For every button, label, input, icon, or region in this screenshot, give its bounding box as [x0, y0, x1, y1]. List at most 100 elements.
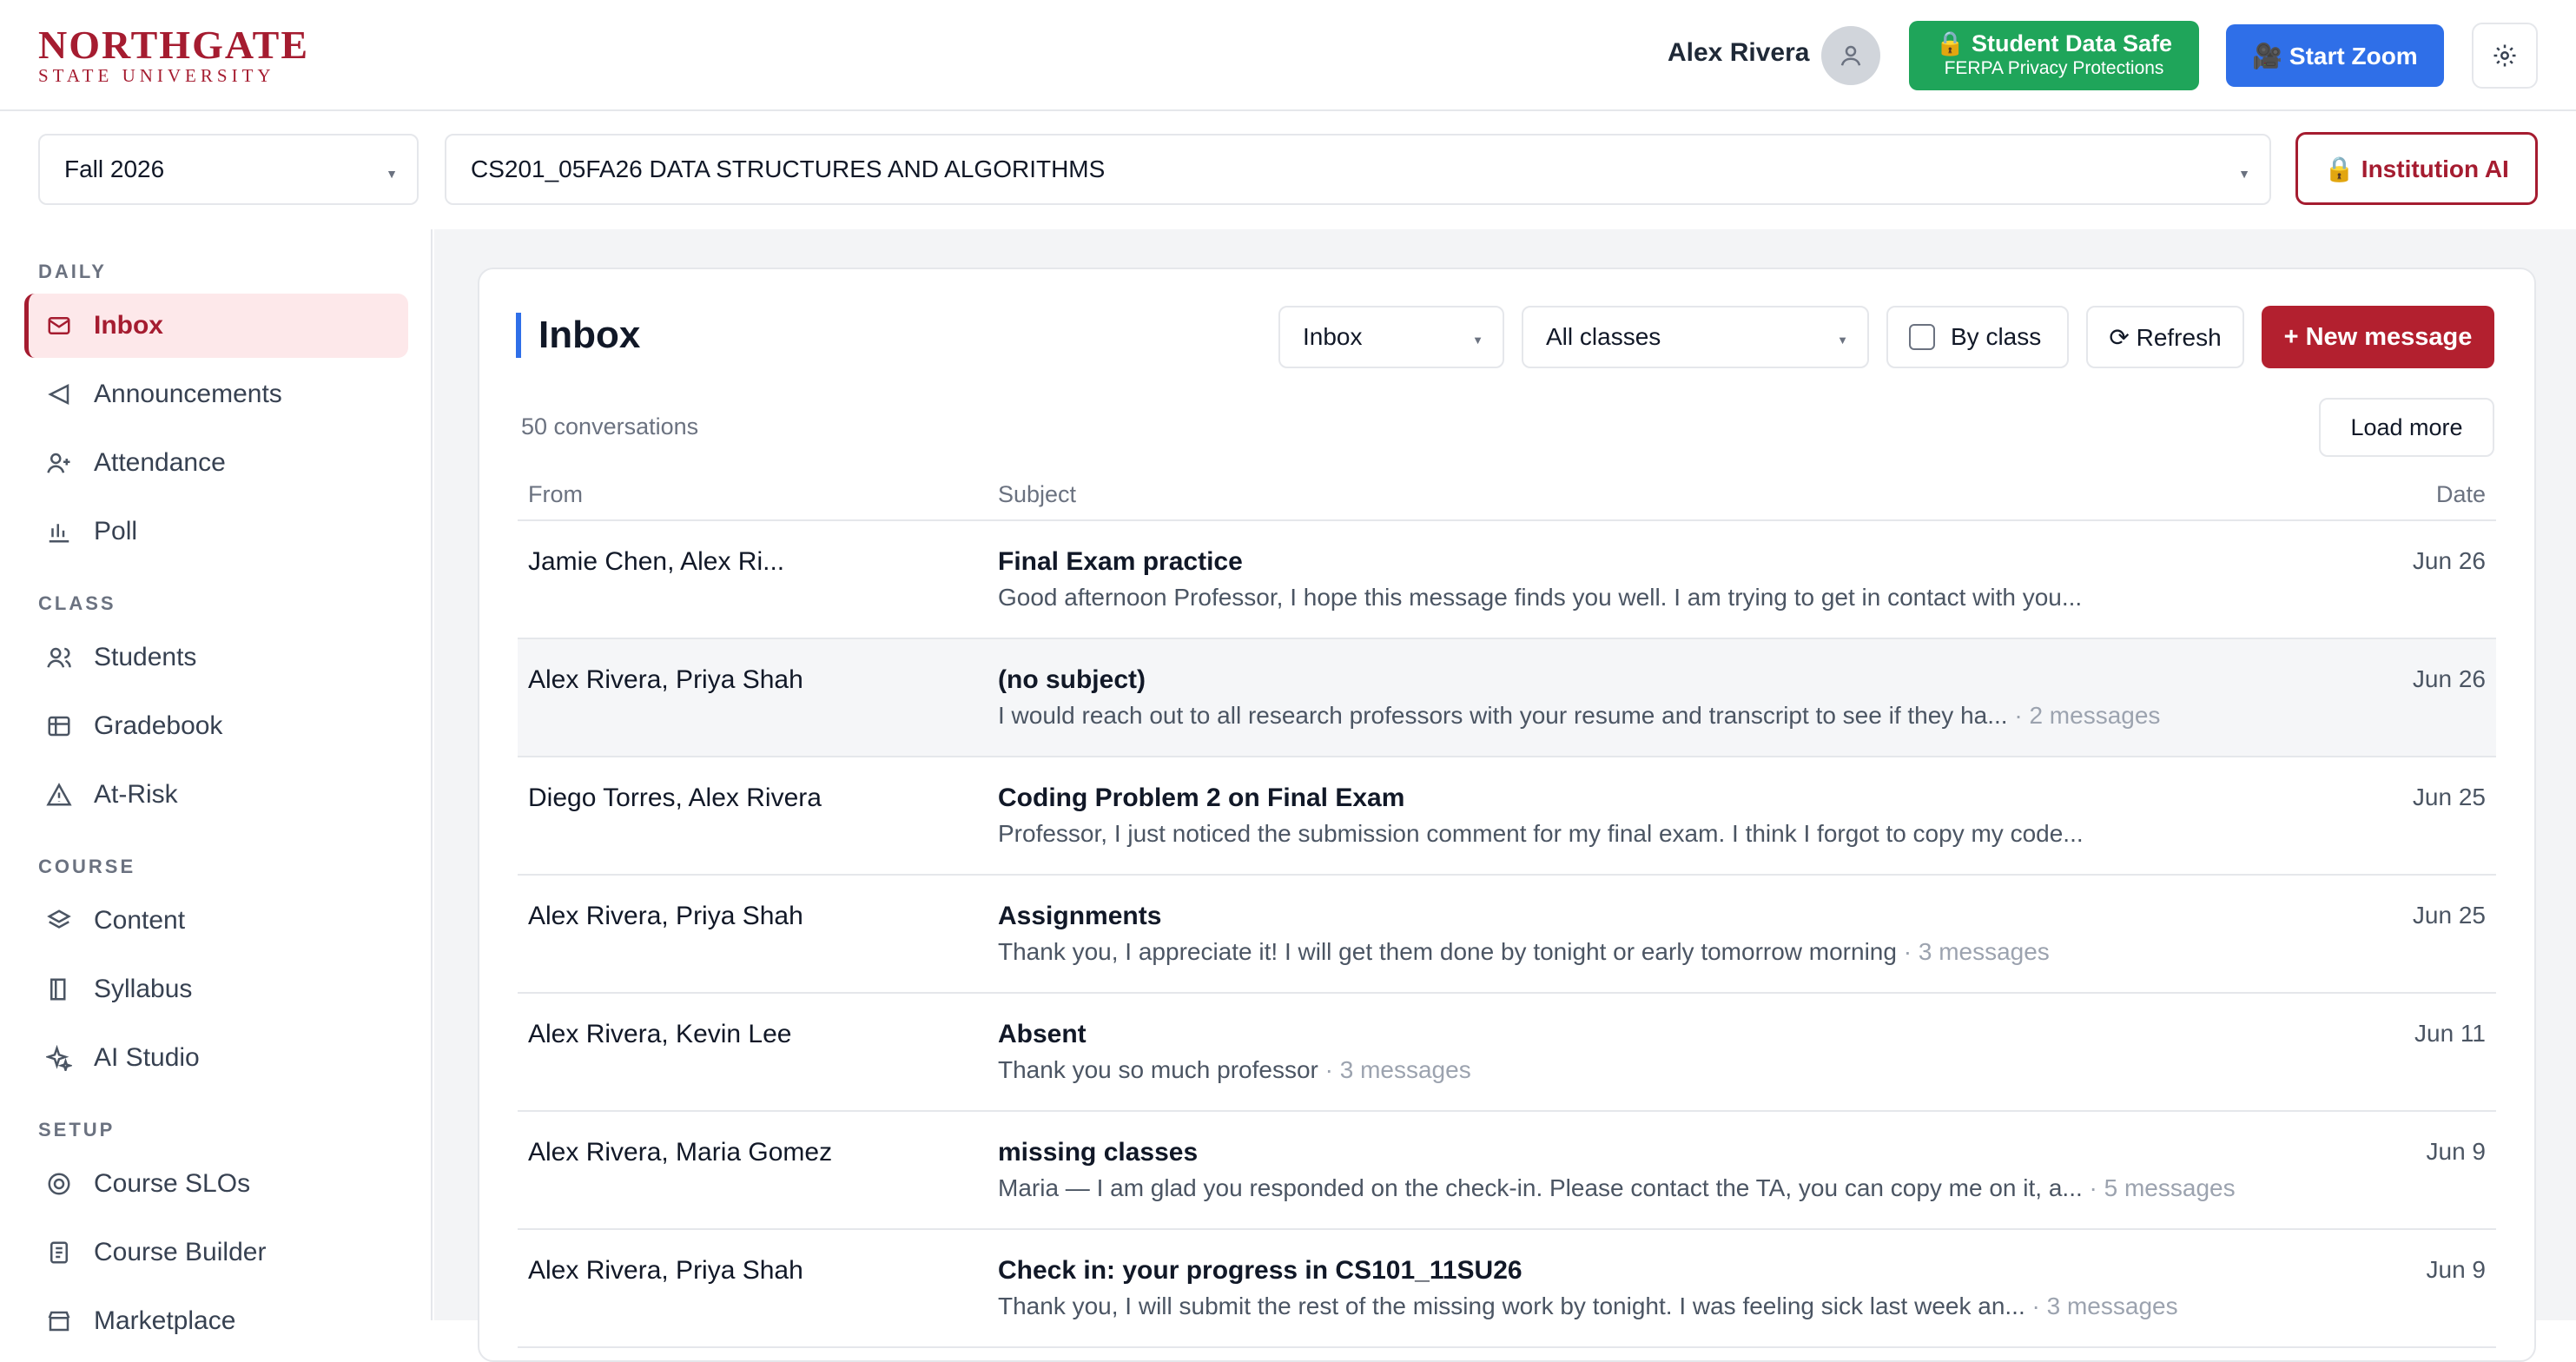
start-zoom-button[interactable]: 🎥 Start Zoom [2226, 24, 2444, 87]
chevron-down-icon: ▼ [386, 167, 398, 181]
sidebar-item-course-slos[interactable]: Course SLOs [24, 1152, 408, 1216]
load-more-button[interactable]: Load more [2319, 398, 2494, 457]
row-from: Alex Rivera, Priya Shah [528, 902, 803, 930]
sidebar-item-at-risk[interactable]: At-Risk [24, 763, 408, 827]
sidebar-item-content[interactable]: Content [24, 889, 408, 953]
by-class-checkbox[interactable] [1909, 324, 1935, 350]
conversation-list: Jamie Chen, Alex Ri... Final Exam practi… [518, 521, 2496, 1348]
institution-ai-button[interactable]: 🔒 Institution AI [2295, 132, 2538, 205]
row-subject: Assignments [998, 902, 1162, 930]
row-message-count: · 5 messages [2082, 1174, 2236, 1201]
inbox-card: Inbox Inbox ▼ All classes ▼ By class ⟳ R… [478, 268, 2536, 1362]
course-selector-row: Fall 2026 ▼ CS201_05FA26 DATA STRUCTURES… [0, 113, 2576, 229]
row-preview-text: Maria — I am glad you responded on the c… [998, 1174, 2083, 1201]
mail-icon [43, 310, 75, 341]
row-from: Jamie Chen, Alex Ri... [528, 547, 785, 576]
row-preview: Good afternoon Professor, I hope this me… [998, 584, 2082, 612]
sidebar-item-attendance[interactable]: Attendance [24, 431, 408, 495]
row-preview-text: Thank you, I appreciate it! I will get t… [998, 938, 1897, 965]
row-subject: Coding Problem 2 on Final Exam [998, 783, 1405, 812]
row-preview-text: Professor, I just noticed the submission… [998, 820, 2084, 847]
sidebar-item-poll[interactable]: Poll [24, 499, 408, 564]
avatar[interactable] [1821, 26, 1880, 85]
sidebar-item-label: Content [94, 906, 186, 935]
table-row[interactable]: Alex Rivera, Priya Shah (no subject) I w… [518, 639, 2496, 757]
sidebar-item-ai-studio[interactable]: AI Studio [24, 1026, 408, 1090]
mailbox-select[interactable]: Inbox ▼ [1278, 306, 1504, 368]
row-from: Alex Rivera, Priya Shah [528, 1256, 803, 1285]
by-class-label: By class [1951, 323, 2042, 350]
university-logo[interactable]: NORTHGATE STATE UNIVERSITY [38, 23, 310, 86]
user-name: Alex Rivera [1668, 38, 1810, 67]
sidebar-item-label: Course SLOs [94, 1169, 251, 1198]
row-preview-text: I would reach out to all research profes… [998, 702, 2008, 729]
student-data-safe-button[interactable]: 🔒 Student Data Safe FERPA Privacy Protec… [1909, 21, 2199, 90]
row-date: Jun 11 [2414, 1020, 2486, 1047]
sidebar-item-announcements[interactable]: Announcements [24, 362, 408, 426]
section-label-course: COURSE [38, 856, 136, 877]
table-row[interactable]: Diego Torres, Alex Rivera Coding Problem… [518, 757, 2496, 876]
row-message-count: · 2 messages [2007, 702, 2161, 729]
row-message-count: · 3 messages [1318, 1056, 1471, 1083]
row-date: Jun 26 [2412, 665, 2486, 692]
row-date: Jun 25 [2412, 902, 2486, 929]
table-row[interactable]: Jamie Chen, Alex Ri... Final Exam practi… [518, 521, 2496, 639]
user-plus-icon [43, 447, 75, 479]
mailbox-select-value: Inbox [1303, 323, 1363, 350]
warning-icon [43, 779, 75, 810]
row-subject: Absent [998, 1020, 1087, 1048]
sidebar-item-label: Course Builder [94, 1238, 267, 1266]
users-icon [43, 642, 75, 673]
row-subject: (no subject) [998, 665, 1146, 694]
by-class-toggle[interactable]: By class [1886, 306, 2069, 368]
row-message-count: · 3 messages [1896, 938, 2050, 965]
sidebar-item-label: AI Studio [94, 1043, 200, 1072]
class-filter-value: All classes [1546, 323, 1661, 350]
term-select-value: Fall 2026 [64, 155, 165, 182]
logo-line-1: NORTHGATE [38, 23, 310, 67]
sidebar-item-gradebook[interactable]: Gradebook [24, 694, 408, 758]
sidebar-item-label: Marketplace [94, 1306, 236, 1335]
settings-button[interactable] [2472, 23, 2538, 89]
user-icon [1840, 45, 1861, 66]
chevron-down-icon: ▼ [1472, 334, 1483, 347]
course-select-value: CS201_05FA26 DATA STRUCTURES AND ALGORIT… [471, 155, 1106, 182]
row-subject: Final Exam practice [998, 547, 1243, 576]
row-date: Jun 9 [2426, 1138, 2487, 1165]
column-header-date: Date [2435, 481, 2486, 507]
chevron-down-icon: ▼ [2238, 167, 2250, 181]
term-select[interactable]: Fall 2026 ▼ [38, 134, 419, 205]
table-header: From Subject Date [518, 473, 2496, 521]
sidebar-item-label: Attendance [94, 448, 226, 477]
table-row[interactable]: Alex Rivera, Kevin Lee Absent Thank you … [518, 994, 2496, 1112]
book-icon [43, 974, 75, 1005]
sidebar-item-label: Syllabus [94, 975, 193, 1003]
safe-subtitle: FERPA Privacy Protections [1944, 58, 2164, 78]
new-message-button[interactable]: + New message [2262, 306, 2494, 368]
row-preview: Professor, I just noticed the submission… [998, 820, 2084, 848]
section-label-setup: SETUP [38, 1119, 116, 1141]
refresh-button[interactable]: ⟳ Refresh [2086, 306, 2244, 368]
table-row[interactable]: Alex Rivera, Priya Shah Assignments Than… [518, 876, 2496, 994]
sidebar-item-syllabus[interactable]: Syllabus [24, 957, 408, 1022]
row-from: Diego Torres, Alex Rivera [528, 783, 822, 812]
table-icon [43, 711, 75, 742]
sidebar-item-marketplace[interactable]: Marketplace [24, 1289, 408, 1353]
sidebar-item-label: Gradebook [94, 711, 223, 740]
sidebar-item-course-builder[interactable]: Course Builder [24, 1220, 408, 1285]
gear-icon [2493, 44, 2516, 67]
row-preview-text: Thank you so much professor [998, 1056, 1318, 1083]
target-icon [43, 1168, 75, 1200]
section-label-class: CLASS [38, 592, 116, 614]
row-message-count: · 3 messages [2024, 1293, 2178, 1319]
main-content: Inbox Inbox ▼ All classes ▼ By class ⟳ R… [434, 229, 2576, 1362]
table-row[interactable]: Alex Rivera, Maria Gomez missing classes… [518, 1112, 2496, 1230]
sidebar-item-students[interactable]: Students [24, 625, 408, 690]
sidebar-item-label: Inbox [94, 311, 163, 340]
sidebar-item-inbox[interactable]: Inbox [24, 294, 408, 358]
class-filter-select[interactable]: All classes ▼ [1522, 306, 1869, 368]
row-from: Alex Rivera, Kevin Lee [528, 1020, 792, 1048]
table-row[interactable]: Alex Rivera, Priya Shah Check in: your p… [518, 1230, 2496, 1348]
course-select[interactable]: CS201_05FA26 DATA STRUCTURES AND ALGORIT… [445, 134, 2271, 205]
store-icon [43, 1306, 75, 1337]
